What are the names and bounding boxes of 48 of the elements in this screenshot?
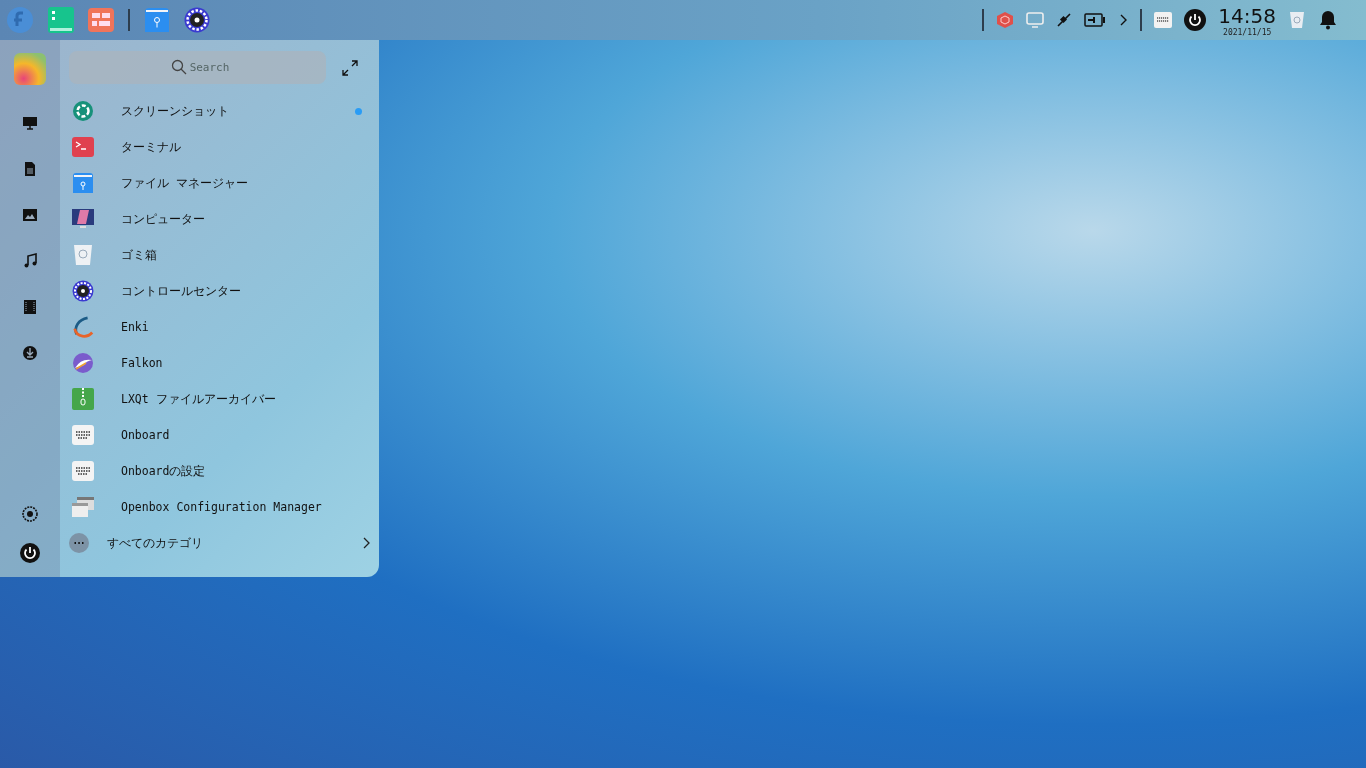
music-note-icon[interactable]: [22, 253, 38, 269]
battery-charging-icon[interactable]: [1084, 13, 1107, 27]
monitor-icon[interactable]: [22, 115, 38, 131]
power-icon[interactable]: [20, 543, 40, 563]
all-categories-item[interactable]: すべてのカテゴリ: [69, 525, 370, 561]
monitor-icon: [72, 208, 94, 230]
chevron-right-icon: [362, 537, 370, 549]
document-icon[interactable]: [22, 161, 38, 177]
app-item[interactable]: ターミナル: [69, 129, 370, 165]
app-item[interactable]: コンピューター: [69, 201, 370, 237]
app-item[interactable]: LXQt ファイルアーカイバー: [69, 381, 370, 417]
bell-icon[interactable]: [1318, 10, 1338, 30]
keyboard-icon[interactable]: [1154, 12, 1173, 28]
terminal-icon: [72, 137, 94, 157]
clock-date[interactable]: 2021/11/15: [1223, 28, 1272, 37]
image-icon[interactable]: [22, 207, 38, 223]
aperture-icon: [72, 100, 94, 122]
more-icon: [69, 533, 89, 553]
app-item[interactable]: ファイル マネージャー: [69, 165, 370, 201]
expand-icon[interactable]: [342, 59, 358, 76]
bird-icon: [72, 352, 94, 374]
app-item[interactable]: Falkon: [69, 345, 370, 381]
zip-icon: [72, 388, 94, 410]
film-icon[interactable]: [22, 299, 38, 315]
app-item[interactable]: コントロールセンター: [69, 273, 370, 309]
app-item[interactable]: Openbox Configuration Manager: [69, 489, 370, 525]
app-grid-icon[interactable]: [88, 8, 114, 32]
folder-icon[interactable]: [144, 7, 170, 33]
folder-icon: [72, 172, 94, 194]
chevron-right-icon[interactable]: [1118, 13, 1129, 27]
download-icon[interactable]: [22, 345, 38, 361]
power-icon[interactable]: [1184, 9, 1207, 31]
app-item[interactable]: Onboardの設定: [69, 453, 370, 489]
keyboard-icon: [72, 425, 94, 445]
plug-icon[interactable]: [1056, 12, 1073, 28]
keyboard-icon: [72, 461, 94, 481]
search-field[interactable]: Search: [69, 51, 326, 84]
clock-time[interactable]: 14:58: [1218, 3, 1276, 28]
app-item[interactable]: スクリーンショット: [69, 93, 370, 129]
gear-icon[interactable]: [184, 7, 210, 33]
app-item[interactable]: ゴミ箱: [69, 237, 370, 273]
windows-icon: [72, 496, 94, 518]
swirl-icon: [72, 315, 94, 339]
settings-icon[interactable]: [22, 506, 38, 522]
gear-icon: [72, 280, 94, 302]
app-item[interactable]: Enki: [69, 309, 370, 345]
app-item[interactable]: Onboard: [69, 417, 370, 453]
trash-icon: [73, 244, 93, 266]
